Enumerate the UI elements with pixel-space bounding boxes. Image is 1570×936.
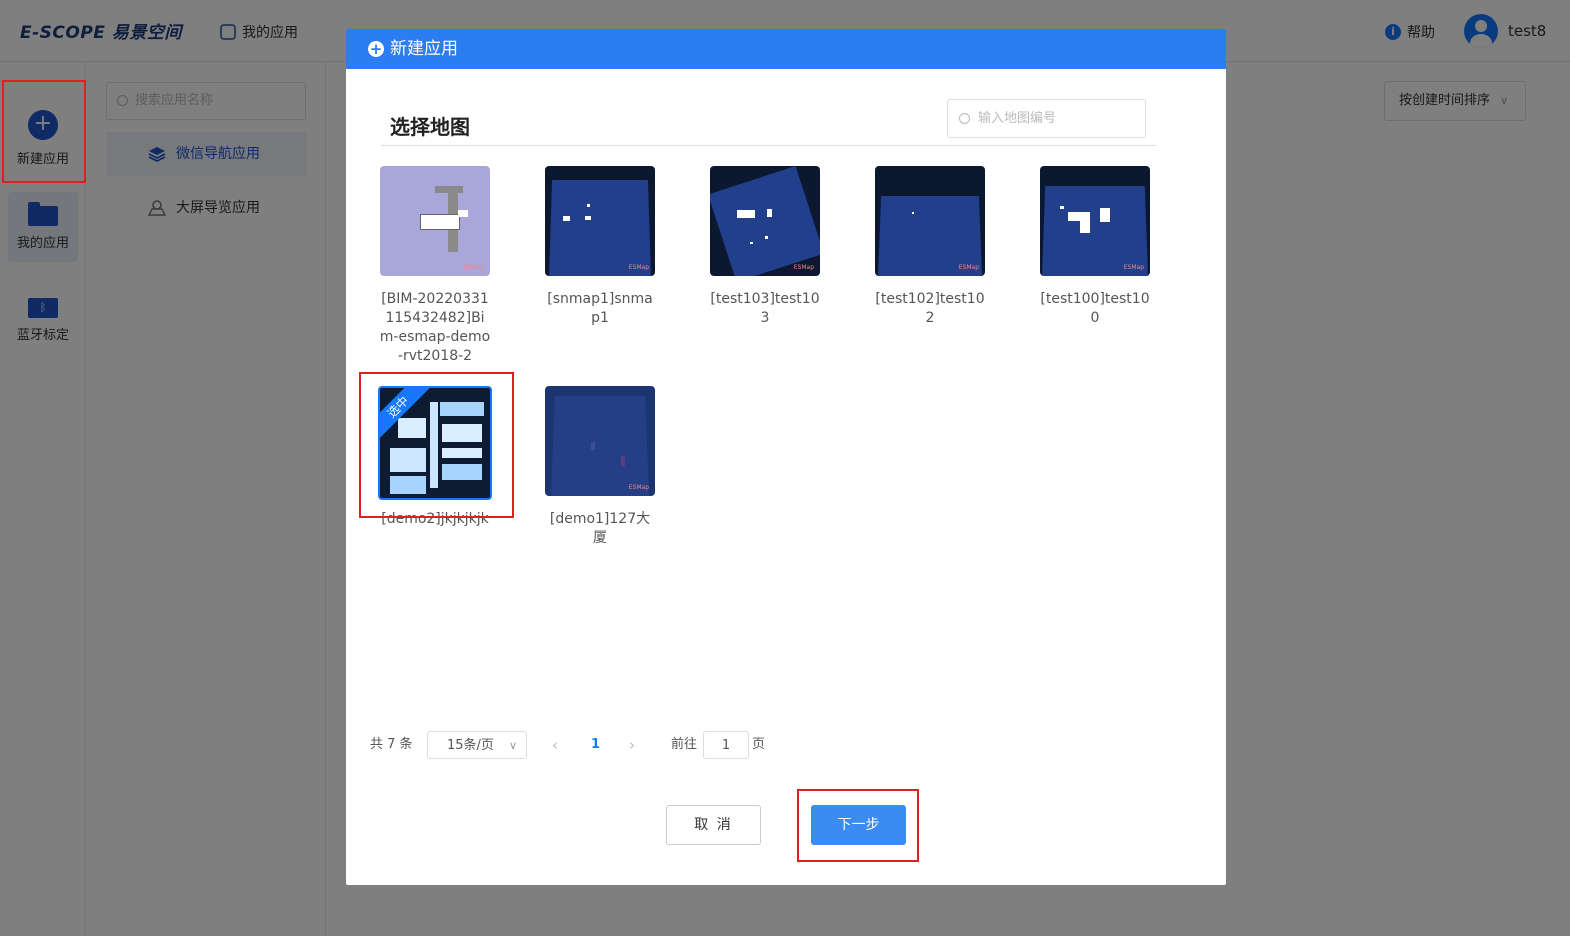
map-watermark: ESMap <box>1123 264 1144 271</box>
annotation-highlight-next <box>797 789 919 862</box>
map-watermark: ESMap <box>628 264 649 271</box>
annotation-highlight-selected-map <box>359 372 514 518</box>
map-search-input[interactable]: 输入地图编号 <box>947 99 1146 138</box>
dialog-header: + 新建应用 <box>346 29 1226 69</box>
map-card-test100[interactable]: ESMap [test100]test100 <box>1025 166 1165 328</box>
map-card-test103[interactable]: ESMap [test103]test103 <box>695 166 835 328</box>
map-thumbnail: ESMap <box>710 166 820 276</box>
annotation-highlight-new-app <box>2 80 86 183</box>
map-label: [test102]test102 <box>875 291 985 326</box>
divider <box>381 145 1156 146</box>
pagination: 共 7 条 15条/页 ∨ ‹ 1 › 前往 1 页 <box>370 731 970 759</box>
map-label: [snmap1]snmap1 <box>547 291 653 326</box>
next-page-icon[interactable]: › <box>629 731 635 759</box>
map-label: [BIM-20220331115432482]Bim-esmap-demo-rv… <box>379 291 491 364</box>
page-size-value: 15条/页 <box>447 738 494 753</box>
map-card-test102[interactable]: ESMap [test102]test102 <box>860 166 1000 328</box>
map-thumbnail: ESMap <box>1040 166 1150 276</box>
cancel-button[interactable]: 取 消 <box>666 805 761 845</box>
map-thumbnail: ESMap <box>545 386 655 496</box>
search-icon <box>959 113 970 124</box>
plus-circle-icon: + <box>368 40 384 58</box>
map-watermark: ESMap <box>463 264 484 271</box>
map-search-placeholder: 输入地图编号 <box>978 111 1057 126</box>
new-app-dialog: + 新建应用 选择地图 输入地图编号 ESMap [BIM-2022033111… <box>346 29 1226 885</box>
page-size-select[interactable]: 15条/页 ∨ <box>427 731 527 759</box>
map-thumbnail: ESMap <box>545 166 655 276</box>
map-label: [demo1]127大厦 <box>549 511 651 546</box>
map-label: [test103]test103 <box>710 291 820 326</box>
goto-unit: 页 <box>752 737 766 752</box>
map-card-demo1[interactable]: ESMap [demo1]127大厦 <box>530 386 670 548</box>
dialog-title: 新建应用 <box>390 39 458 59</box>
map-label: [test100]test100 <box>1040 291 1150 326</box>
prev-page-icon[interactable]: ‹ <box>552 731 558 759</box>
page-number-current[interactable]: 1 <box>591 731 600 759</box>
section-title: 选择地图 <box>390 115 470 139</box>
map-thumbnail: ESMap <box>380 166 490 276</box>
map-thumbnail: ESMap <box>875 166 985 276</box>
map-card-snmap1[interactable]: ESMap [snmap1]snmap1 <box>530 166 670 328</box>
chevron-down-icon: ∨ <box>508 739 517 752</box>
map-card-bim[interactable]: ESMap [BIM-20220331115432482]Bim-esmap-d… <box>365 166 505 366</box>
map-watermark: ESMap <box>628 484 649 491</box>
goto-label: 前往 <box>671 737 698 752</box>
map-watermark: ESMap <box>958 264 979 271</box>
pagination-total: 共 7 条 <box>370 737 413 752</box>
goto-page-input[interactable]: 1 <box>703 731 749 759</box>
map-watermark: ESMap <box>793 264 814 271</box>
